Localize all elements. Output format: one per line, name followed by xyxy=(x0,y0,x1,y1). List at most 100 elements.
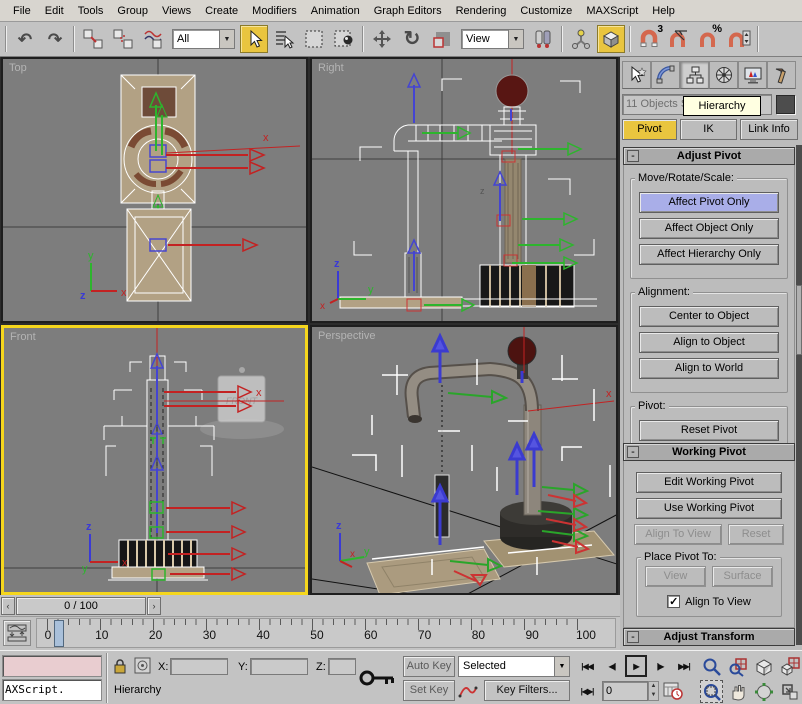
angle-snap-magnet-icon[interactable] xyxy=(665,25,693,53)
viewport-right-canvas[interactable]: z z y x xyxy=(312,59,618,323)
select-and-scale-icon[interactable] xyxy=(428,25,456,53)
menu-item[interactable]: Animation xyxy=(304,2,367,20)
select-and-move-icon[interactable] xyxy=(368,25,396,53)
affect-hierarchy-only-button[interactable]: Affect Hierarchy Only xyxy=(639,244,779,265)
previous-frame-button[interactable]: ◀| xyxy=(601,655,623,677)
manipulator-icon[interactable] xyxy=(567,25,595,53)
frame-spinner[interactable]: ▲ ▼ xyxy=(648,681,659,701)
motion-tab-icon[interactable] xyxy=(709,61,738,89)
viewport-front[interactable]: Front FRONT x z x y xyxy=(1,325,308,595)
snap-3d-magnet-icon[interactable]: 3 xyxy=(635,24,663,53)
menu-item[interactable]: Modifiers xyxy=(245,2,304,20)
x-coordinate-field[interactable] xyxy=(170,658,228,675)
adjust-transform-rollout-header[interactable]: - Adjust Transform xyxy=(623,628,795,646)
menu-item[interactable]: Help xyxy=(645,2,682,20)
command-panel-scrollbar[interactable] xyxy=(796,145,802,645)
place-pivot-view-button[interactable]: View xyxy=(645,566,706,587)
menu-item[interactable]: Create xyxy=(198,2,245,20)
selection-lock-icon[interactable] xyxy=(113,658,127,677)
zoom-icon[interactable] xyxy=(700,655,723,678)
menu-item[interactable]: Views xyxy=(155,2,198,20)
viewport-perspective-canvas[interactable]: x z y x xyxy=(312,327,618,595)
utilities-tab-icon[interactable] xyxy=(767,61,796,89)
align-to-world-button[interactable]: Align to World xyxy=(639,358,779,379)
select-by-name-icon[interactable] xyxy=(270,25,298,53)
previous-frame-arrow[interactable]: ‹ xyxy=(1,596,15,615)
maxscript-mini-listener-macro[interactable] xyxy=(2,655,102,677)
go-to-start-button[interactable]: |◀◀ xyxy=(576,655,598,677)
menu-item[interactable]: File xyxy=(6,2,38,20)
play-button[interactable]: ▶ xyxy=(625,655,647,677)
menu-item[interactable]: Customize xyxy=(513,2,579,20)
next-frame-button[interactable]: |▶ xyxy=(649,655,671,677)
reset-working-pivot-button[interactable]: Reset xyxy=(728,524,784,545)
viewport-perspective-label[interactable]: Perspective xyxy=(318,330,375,342)
menu-item[interactable]: Group xyxy=(110,2,155,20)
select-and-link-icon[interactable] xyxy=(79,25,107,53)
viewport-perspective[interactable]: Perspective x z y x xyxy=(310,325,618,595)
zoom-extents-icon[interactable] xyxy=(752,655,775,678)
z-coordinate-field[interactable] xyxy=(328,658,356,675)
zoom-extents-all-icon[interactable] xyxy=(778,655,801,678)
reference-coordinate-dropdown[interactable]: View ▼ xyxy=(461,29,524,49)
mini-curve-editor-icon[interactable] xyxy=(3,620,31,646)
selection-set-dropdown[interactable]: Selected ▼ xyxy=(458,656,570,677)
window-crossing-icon[interactable] xyxy=(330,25,358,53)
key-mode-toggle-button[interactable]: |◀▶| xyxy=(576,680,598,702)
collapse-icon[interactable]: - xyxy=(627,150,639,162)
next-frame-arrow[interactable]: › xyxy=(147,596,161,615)
menu-item[interactable]: Rendering xyxy=(449,2,514,20)
dropdown-arrow-icon[interactable]: ▼ xyxy=(554,657,569,676)
percent-snap-magnet-icon[interactable]: % xyxy=(695,23,723,53)
menu-item[interactable]: Edit xyxy=(38,2,71,20)
track-bar-frame-handle[interactable] xyxy=(54,620,64,647)
affect-object-only-button[interactable]: Affect Object Only xyxy=(639,218,779,239)
viewport-front-label[interactable]: Front xyxy=(10,331,36,343)
maxscript-mini-listener[interactable]: AXScript. xyxy=(2,679,102,701)
set-key-button[interactable]: Set Key xyxy=(403,680,455,701)
key-filters-button[interactable]: Key Filters... xyxy=(484,680,570,701)
rectangular-selection-region-icon[interactable] xyxy=(300,25,328,53)
unlink-selection-icon[interactable] xyxy=(109,25,137,53)
viewport-top[interactable]: Top x y x z xyxy=(1,57,308,323)
time-configuration-icon[interactable] xyxy=(663,681,683,701)
bind-to-space-warp-icon[interactable] xyxy=(139,25,167,53)
snaps-toggle-icon[interactable] xyxy=(597,25,625,53)
zoom-region-icon[interactable] xyxy=(700,680,723,703)
y-coordinate-field[interactable] xyxy=(250,658,308,675)
dropdown-arrow-icon[interactable]: ▼ xyxy=(508,30,523,48)
display-tab-icon[interactable] xyxy=(738,61,767,89)
auto-key-button[interactable]: Auto Key xyxy=(403,656,455,677)
collapse-icon[interactable]: - xyxy=(627,446,639,458)
go-to-end-button[interactable]: ▶▶| xyxy=(673,655,695,677)
undo-icon[interactable]: ↶ xyxy=(11,25,39,53)
viewport-front-canvas[interactable]: FRONT x z x y xyxy=(4,328,305,592)
current-frame-field[interactable]: 0 xyxy=(602,681,648,701)
viewport-right-label[interactable]: Right xyxy=(318,62,344,74)
menu-item[interactable]: MAXScript xyxy=(579,2,645,20)
dropdown-arrow-icon[interactable]: ▼ xyxy=(219,30,234,48)
select-object-icon[interactable] xyxy=(240,25,268,53)
pan-hand-icon[interactable] xyxy=(726,680,749,703)
viewport-top-canvas[interactable]: x y x z xyxy=(3,59,308,323)
affect-pivot-only-button[interactable]: Affect Pivot Only xyxy=(639,192,779,213)
zoom-all-icon[interactable] xyxy=(726,655,749,678)
create-tab-icon[interactable] xyxy=(622,61,651,89)
selection-filter-dropdown[interactable]: All ▼ xyxy=(172,29,235,49)
absolute-offset-mode-icon[interactable] xyxy=(134,657,151,677)
object-color-swatch[interactable] xyxy=(776,95,795,114)
viewport-top-label[interactable]: Top xyxy=(9,62,27,74)
menu-item[interactable]: Tools xyxy=(71,2,111,20)
align-to-view-checkbox[interactable]: ✓ xyxy=(667,595,681,608)
mirror-icon[interactable] xyxy=(529,25,557,53)
edit-working-pivot-button[interactable]: Edit Working Pivot xyxy=(636,472,782,493)
hierarchy-tab-icon[interactable] xyxy=(680,61,709,89)
collapse-icon[interactable]: - xyxy=(627,631,639,643)
align-to-object-button[interactable]: Align to Object xyxy=(639,332,779,353)
adjust-pivot-rollout-header[interactable]: - Adjust Pivot xyxy=(623,147,795,165)
set-keys-key-icon[interactable] xyxy=(356,657,400,699)
scrollbar-thumb[interactable] xyxy=(796,285,802,355)
menu-item[interactable]: Graph Editors xyxy=(367,2,449,20)
time-slider-handle[interactable]: 0 / 100 xyxy=(16,596,146,615)
align-to-view-button[interactable]: Align To View xyxy=(634,524,723,545)
